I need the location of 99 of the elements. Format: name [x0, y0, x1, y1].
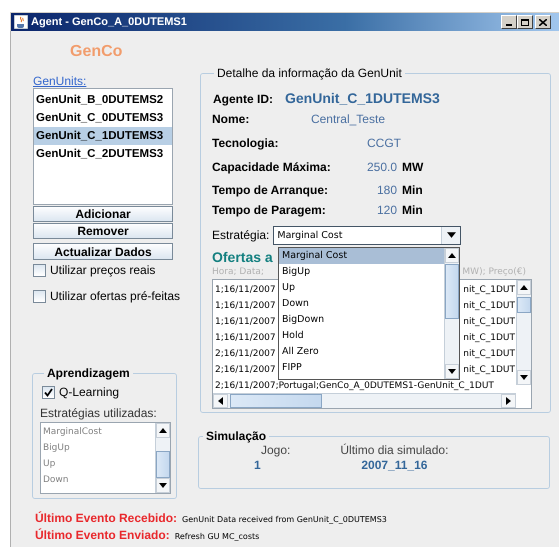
list-item[interactable]: GenUnit_C_2DUTEMS3 — [34, 145, 172, 163]
menu-item[interactable]: All Zero — [279, 344, 444, 360]
list-item[interactable]: GenUnit_C_1DUTEMS3 — [34, 127, 172, 145]
table-cell-text: nit_C_1DUT — [463, 364, 515, 377]
table-cell-text: 1;16/11/2007 — [215, 332, 276, 345]
scroll-down-icon[interactable] — [159, 483, 167, 488]
checkbox[interactable] — [33, 264, 46, 276]
panel-title: Detalhe da informação da GenUnit — [216, 66, 403, 80]
table-cell-text: nit_C_1DUT — [463, 332, 515, 345]
table-cell-text: nit_C_1DUT — [463, 348, 515, 361]
list-item: Down — [42, 474, 70, 487]
checkbox[interactable] — [33, 290, 46, 302]
checkbox-label: Utilizar ofertas pré-feitas — [50, 289, 180, 303]
scroll-bar[interactable] — [155, 423, 170, 493]
scroll-thumb[interactable] — [517, 297, 531, 313]
unit-label: Min — [402, 203, 424, 217]
minimize-button[interactable] — [501, 15, 517, 29]
scroll-down-icon[interactable] — [520, 375, 528, 380]
scroll-thumb[interactable] — [445, 264, 459, 319]
field-label: Tempo de Paragem: — [212, 203, 326, 217]
field-label: Último dia simulado: — [340, 443, 448, 457]
field-label: Tecnologia: — [212, 136, 278, 150]
scroll-down-icon[interactable] — [448, 369, 456, 374]
strategy-list[interactable]: MarginalCost BigUp Up Down — [40, 422, 171, 494]
field-value: 2007_11_16 — [361, 458, 428, 472]
table-cell-text: 2;16/11/2007;Portugal;GenCo_A_0DUTEMS1-GenUnit_C_1DUT — [215, 380, 494, 393]
remove-button[interactable]: Remover — [33, 223, 173, 239]
scroll-bar[interactable] — [213, 393, 516, 408]
menu-item[interactable]: Up — [279, 280, 444, 296]
menu-item[interactable]: Hold — [279, 328, 444, 344]
menu-item[interactable]: BigUp — [279, 264, 444, 280]
close-icon — [539, 18, 547, 26]
field-value: GenUnit_C_1DUTEMS3 — [285, 90, 440, 106]
dropdown-arrow-icon[interactable] — [446, 232, 456, 238]
list-item[interactable]: GenUnit_C_0DUTEMS3 — [34, 109, 172, 127]
table-cell-text: nit_C_1DUT — [463, 316, 515, 329]
table-cell-text: nit_C_1DUT — [463, 284, 515, 297]
close-button[interactable] — [535, 15, 551, 29]
event-message: Refresh GU MC_costs — [174, 532, 260, 541]
window-title: Agent - GenCo_A_0DUTEMS1 — [31, 16, 187, 28]
event-message: GenUnit Data received from GenUnit_C_0DUTEMS3 — [182, 515, 387, 524]
field-label: Capacidade Máxima: — [212, 160, 331, 174]
maximize-button[interactable] — [517, 15, 533, 29]
panel-title: Simulação — [205, 429, 268, 443]
scroll-right-icon[interactable] — [506, 397, 511, 405]
unit-label: Min — [402, 183, 424, 197]
field-label: Agente ID: — [213, 92, 273, 106]
scroll-up-icon[interactable] — [159, 428, 167, 433]
cup-icon — [14, 15, 28, 29]
scroll-bar[interactable] — [516, 280, 531, 385]
section-title: Ofertas a — [212, 249, 273, 267]
table-cell-text: 2;16/11/2007 — [215, 364, 276, 377]
table-cell-text: 2;16/11/2007 — [215, 348, 276, 361]
checkbox-label: Q-Learning — [59, 385, 120, 399]
list-item: Up — [42, 458, 56, 471]
scroll-bar[interactable] — [444, 248, 459, 379]
list-caption: Estratégias utilizadas: — [40, 406, 158, 420]
company-title: GenCo — [70, 43, 124, 62]
menu-item[interactable]: FIPP — [279, 360, 444, 376]
field-value: 1 — [254, 458, 261, 472]
column-header: Hora; Data; — [212, 267, 264, 279]
menu-item[interactable]: Marginal Cost — [279, 248, 444, 264]
event-label: Último Evento Enviado: — [35, 528, 170, 542]
event-label: Último Evento Recebido: — [35, 511, 178, 525]
menu-item[interactable]: Down — [279, 296, 444, 312]
table-cell-text: 1;16/11/2007 — [215, 284, 276, 297]
menu-item[interactable]: BigDown — [279, 312, 444, 328]
field-value: CCGT — [366, 136, 401, 150]
dropdown-value: Marginal Cost — [277, 230, 344, 240]
table-cell-text: nit_C_1DUT — [463, 300, 515, 313]
genunit-list[interactable]: GenUnit_B_0DUTEMS2 GenUnit_C_0DUTEMS3 GenUnit_C_1DUTEMS3 GenUnit_C_2DUTEMS3 — [33, 88, 173, 205]
maximize-icon — [521, 18, 529, 26]
list-item: BigUp — [42, 442, 71, 455]
field-value: 250.0 — [366, 160, 397, 174]
update-button[interactable]: Actualizar Dados — [33, 243, 173, 260]
field-value: 120 — [376, 203, 397, 217]
checkbox[interactable] — [42, 386, 55, 398]
panel-title: Aprendizagem — [46, 366, 131, 380]
genunits-link[interactable]: GenUnits: — [33, 75, 86, 88]
scroll-thumb[interactable] — [156, 451, 170, 478]
table-cell-text: 1;16/11/2007 — [215, 300, 276, 313]
unit-label: MW — [402, 160, 424, 174]
add-button[interactable]: Adicionar — [33, 206, 173, 222]
field-label: Jogo: — [261, 443, 290, 457]
field-value: Central_Teste — [310, 112, 385, 126]
scroll-up-icon[interactable] — [448, 253, 456, 258]
strategy-dropdown[interactable]: Marginal Cost — [273, 226, 462, 244]
field-value: 180 — [376, 183, 397, 197]
list-item[interactable]: GenUnit_B_0DUTEMS2 — [34, 91, 172, 109]
table-cell-text: 1;16/11/2007 — [215, 316, 276, 329]
scroll-thumb[interactable] — [230, 394, 322, 408]
column-header: MW); Preço(€) — [462, 267, 526, 279]
checkbox-label: Utilizar preços reais — [50, 263, 156, 277]
scroll-up-icon[interactable] — [520, 285, 528, 290]
scroll-left-icon[interactable] — [218, 397, 223, 405]
list-item: MarginalCost — [42, 426, 103, 439]
field-label: Nome: — [212, 112, 250, 126]
field-label: Estratégia: — [212, 228, 270, 242]
field-label: Tempo de Arranque: — [212, 183, 328, 197]
